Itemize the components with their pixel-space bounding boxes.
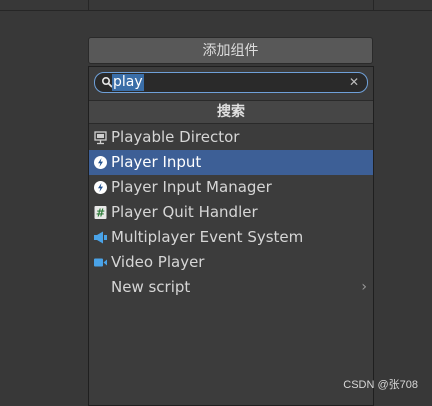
list-item-new-script[interactable]: New script ›	[89, 275, 373, 300]
list-item-video-player[interactable]: Video Player	[89, 250, 373, 275]
item-label: Video Player	[111, 253, 205, 271]
list-item-playable-director[interactable]: Playable Director	[89, 125, 373, 150]
clear-search-icon[interactable]: ✕	[349, 75, 361, 89]
video-player-icon	[94, 258, 107, 267]
list-item-player-input[interactable]: Player Input	[89, 150, 373, 175]
background-column-divider	[88, 0, 89, 10]
list-item-player-quit-handler[interactable]: # Player Quit Handler	[89, 200, 373, 225]
background-divider	[0, 10, 432, 11]
background-column-divider	[373, 0, 374, 10]
results-header: 搜索	[89, 100, 373, 124]
list-item-multiplayer-event-system[interactable]: Multiplayer Event System	[89, 225, 373, 250]
add-component-dropdown: play ✕ 搜索 Playable Director Player Input	[88, 66, 374, 406]
script-icon: #	[94, 206, 107, 220]
player-input-icon	[94, 156, 107, 169]
list-item-player-input-manager[interactable]: Player Input Manager	[89, 175, 373, 200]
search-field[interactable]: play ✕	[94, 72, 368, 93]
watermark: CSDN @张708	[343, 379, 418, 391]
item-label: Player Quit Handler	[111, 203, 258, 221]
item-label: Playable Director	[111, 128, 240, 146]
item-label: Player Input Manager	[111, 178, 272, 196]
chevron-right-icon: ›	[361, 279, 367, 295]
svg-text:#: #	[96, 207, 105, 220]
item-label: Multiplayer Event System	[111, 228, 304, 246]
search-input[interactable]: play	[112, 74, 144, 91]
results-list: Playable Director Player Input Player In…	[89, 125, 373, 300]
event-system-icon	[94, 231, 107, 244]
item-label: Player Input	[111, 153, 202, 171]
playable-director-icon	[94, 131, 107, 145]
player-input-manager-icon	[94, 181, 107, 194]
add-component-button[interactable]: 添加组件	[88, 37, 373, 64]
item-label: New script	[111, 278, 191, 296]
